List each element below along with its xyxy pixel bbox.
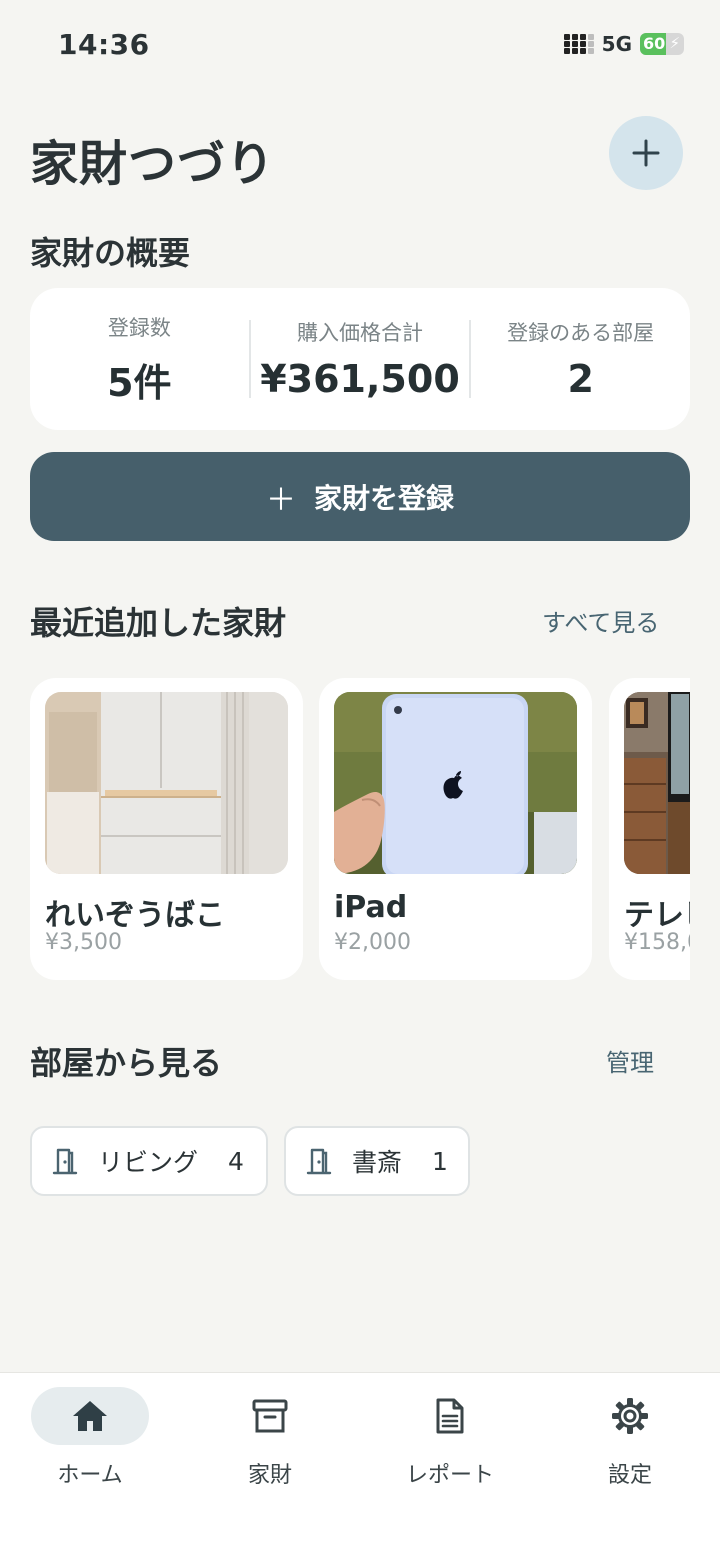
charging-icon: ⚡: [669, 34, 680, 52]
recent-items-carousel[interactable]: れいぞうばこ ¥3,500 iPad ¥2,000 テレ ¥158,: [30, 678, 690, 980]
item-card[interactable]: れいぞうばこ ¥3,500: [30, 678, 303, 980]
stat-label: 登録のある部屋: [507, 321, 655, 345]
gear-icon: [612, 1398, 648, 1434]
stat-value: 5件: [107, 360, 172, 405]
room-chip-study[interactable]: 書斎 1: [284, 1126, 470, 1196]
battery-icon: 60 ⚡: [640, 33, 684, 55]
see-all-link[interactable]: すべて見る: [542, 603, 659, 638]
battery-level: 60: [643, 34, 666, 53]
archive-icon: [252, 1399, 288, 1433]
plus-icon: [632, 139, 660, 167]
status-indicators: 5G 60 ⚡: [563, 32, 684, 56]
room-chip-living[interactable]: リビング 4: [30, 1126, 268, 1196]
item-card[interactable]: iPad ¥2,000: [319, 678, 592, 980]
item-name: テレビ: [624, 898, 690, 933]
stat-value: ¥361,500: [260, 357, 460, 401]
document-icon: [436, 1398, 464, 1434]
door-icon: [306, 1147, 332, 1175]
stat-total-price: 購入価格合計 ¥361,500: [251, 317, 470, 401]
room-count: 1: [432, 1146, 448, 1176]
item-price: ¥3,500: [45, 930, 122, 955]
manage-rooms-link[interactable]: 管理: [606, 1043, 654, 1078]
status-time: 14:36: [58, 28, 150, 61]
tab-indicator: [31, 1387, 149, 1445]
stat-label: 購入価格合計: [297, 321, 423, 345]
register-item-button[interactable]: ＋ 家財を登録: [30, 452, 690, 541]
stat-value: 2: [567, 357, 594, 401]
overview-title: 家財の概要: [30, 234, 191, 272]
rooms-title: 部屋から見る: [30, 1044, 223, 1082]
item-card[interactable]: テレビ ¥158,000: [609, 678, 690, 980]
tab-label: ホーム: [57, 1463, 123, 1488]
tab-home[interactable]: ホーム: [10, 1387, 170, 1489]
room-name: 書斎: [352, 1148, 403, 1177]
bottom-tab-bar: ホーム 家財 レポート 設定: [0, 1372, 720, 1558]
door-icon: [52, 1147, 78, 1175]
recent-title: 最近追加した家財: [30, 604, 287, 642]
ipad-photo: [334, 692, 577, 874]
tab-settings[interactable]: 設定: [550, 1387, 710, 1489]
home-icon: [73, 1401, 107, 1431]
stat-count: 登録数 5件: [30, 312, 249, 407]
overview-card: 登録数 5件 購入価格合計 ¥361,500 登録のある部屋 2: [30, 288, 690, 430]
item-name: れいぞうばこ: [45, 898, 225, 933]
plus-icon: ＋: [265, 482, 296, 518]
register-button-label: 家財を登録: [313, 481, 454, 515]
page-title: 家財つづり: [30, 136, 276, 192]
room-name: リビング: [98, 1148, 199, 1177]
tab-items[interactable]: 家財: [190, 1387, 350, 1489]
stat-rooms: 登録のある部屋 2: [471, 317, 690, 401]
signal-icon: [563, 34, 594, 54]
item-price: ¥2,000: [334, 930, 411, 955]
item-price: ¥158,000: [624, 930, 690, 955]
room-count: 4: [228, 1146, 244, 1176]
tab-label: レポート: [405, 1463, 494, 1488]
cabinet-photo: [45, 692, 288, 874]
add-item-button[interactable]: [609, 116, 683, 190]
tv-room-photo: [624, 692, 690, 874]
tab-label: 家財: [247, 1463, 292, 1488]
item-name: iPad: [334, 890, 408, 925]
tab-label: 設定: [607, 1463, 652, 1488]
tab-report[interactable]: レポート: [370, 1387, 530, 1489]
network-type: 5G: [601, 32, 632, 56]
home-screen: 14:36 5G 60 ⚡ 家財つづり 家財の概要 登録数 5件 購入価格合計 …: [0, 0, 720, 1558]
stat-label: 登録数: [107, 315, 171, 340]
